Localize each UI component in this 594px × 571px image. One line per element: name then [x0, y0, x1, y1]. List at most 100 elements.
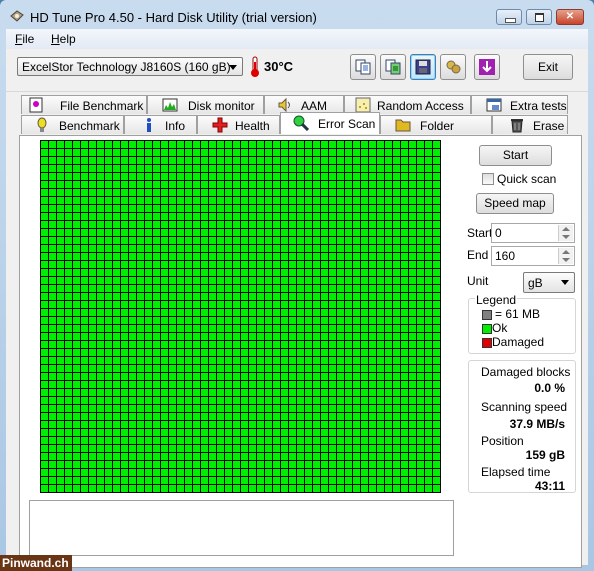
maximize-button[interactable]: [526, 9, 552, 25]
scan-block: [313, 349, 320, 356]
scan-block: [305, 485, 312, 492]
quick-scan-checkbox[interactable]: [482, 173, 494, 185]
scan-block: [313, 413, 320, 420]
scan-block: [241, 261, 248, 268]
scan-block: [265, 149, 272, 156]
scan-block: [353, 373, 360, 380]
scan-block: [433, 189, 440, 196]
scan-block: [289, 413, 296, 420]
save-button[interactable]: [410, 54, 436, 80]
scan-block: [369, 189, 376, 196]
scan-block: [65, 485, 72, 492]
scan-block: [129, 205, 136, 212]
close-button[interactable]: ✕: [556, 9, 584, 25]
scan-block: [65, 301, 72, 308]
menu-file[interactable]: File: [15, 32, 34, 46]
scan-block: [177, 349, 184, 356]
scan-block: [321, 357, 328, 364]
tab-disk-monitor[interactable]: Disk monitor: [147, 95, 264, 114]
scan-block: [161, 333, 168, 340]
scan-block: [433, 157, 440, 164]
tab-folder-usage[interactable]: Folder Usage: [380, 115, 492, 147]
tab-extra-tests[interactable]: Extra tests: [471, 95, 568, 114]
position-value: 159 gB: [525, 448, 565, 462]
scan-block: [161, 149, 168, 156]
menu-help[interactable]: Help: [51, 32, 76, 46]
scan-block: [233, 357, 240, 364]
spinner-arrows-icon[interactable]: [558, 225, 573, 241]
scan-block: [89, 197, 96, 204]
unit-select[interactable]: gB: [523, 272, 575, 293]
scan-block: [249, 373, 256, 380]
tab-info[interactable]: Info: [124, 115, 197, 134]
copy-text-button[interactable]: [350, 54, 376, 80]
scan-block: [65, 373, 72, 380]
scan-block: [113, 485, 120, 492]
scan-block: [289, 245, 296, 252]
scan-block: [41, 469, 48, 476]
scan-block: [169, 189, 176, 196]
scan-block: [57, 373, 64, 380]
scan-block: [233, 293, 240, 300]
scan-block: [433, 309, 440, 316]
scan-block: [273, 413, 280, 420]
scan-block: [417, 285, 424, 292]
scan-block: [161, 461, 168, 468]
scan-block: [321, 173, 328, 180]
scan-block: [41, 205, 48, 212]
scan-block: [81, 341, 88, 348]
scan-block: [273, 221, 280, 228]
scan-block: [81, 189, 88, 196]
drive-select[interactable]: ExcelStor Technology J8160S (160 gB): [17, 57, 243, 76]
scan-block: [329, 333, 336, 340]
speed-map-button[interactable]: Speed map: [476, 193, 554, 214]
scan-block: [385, 365, 392, 372]
scan-block: [81, 373, 88, 380]
spinner-arrows-icon[interactable]: [558, 248, 573, 264]
tab-health[interactable]: Health: [197, 115, 280, 134]
download-button[interactable]: [474, 54, 500, 80]
scan-block: [105, 221, 112, 228]
minimize-button[interactable]: [496, 9, 522, 25]
scan-block: [297, 389, 304, 396]
scan-block: [217, 173, 224, 180]
scan-block: [297, 157, 304, 164]
scan-block: [385, 325, 392, 332]
scan-block: [249, 437, 256, 444]
scan-block: [433, 237, 440, 244]
scan-block: [137, 277, 144, 284]
start-position-input[interactable]: 0: [491, 223, 575, 243]
copy-screenshot-button[interactable]: [380, 54, 406, 80]
exit-button[interactable]: Exit: [523, 54, 573, 80]
scan-block: [185, 381, 192, 388]
tab-file-benchmark[interactable]: File Benchmark: [21, 95, 147, 114]
scan-block: [225, 389, 232, 396]
tab-benchmark[interactable]: Benchmark: [21, 115, 124, 134]
scan-block: [313, 429, 320, 436]
scan-block: [321, 461, 328, 468]
scan-block: [401, 445, 408, 452]
scan-block: [57, 381, 64, 388]
scan-block: [417, 437, 424, 444]
scan-block: [417, 157, 424, 164]
scan-block: [177, 213, 184, 220]
scan-block: [137, 477, 144, 484]
scan-block: [65, 181, 72, 188]
scan-block: [169, 397, 176, 404]
tab-erase[interactable]: Erase: [492, 115, 568, 134]
scan-block: [233, 405, 240, 412]
scan-block: [329, 237, 336, 244]
scan-block: [105, 333, 112, 340]
options-button[interactable]: [440, 54, 466, 80]
scan-block: [281, 197, 288, 204]
scan-block: [385, 173, 392, 180]
legend-swatch-damaged: [482, 338, 492, 348]
end-position-input[interactable]: 160: [491, 246, 575, 266]
tab-error-scan[interactable]: Error Scan: [280, 112, 380, 134]
scan-block: [385, 261, 392, 268]
scan-block: [385, 453, 392, 460]
scan-block: [433, 421, 440, 428]
scan-block: [185, 277, 192, 284]
start-button[interactable]: Start: [479, 145, 552, 166]
scan-block: [249, 461, 256, 468]
